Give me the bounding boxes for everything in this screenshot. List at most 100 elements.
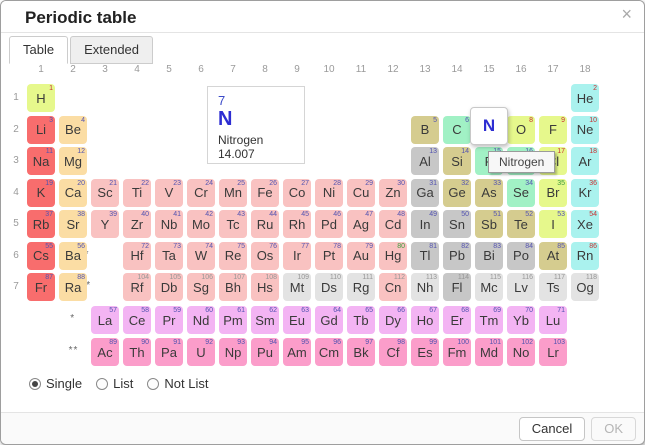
- element-cell-Ar[interactable]: 18Ar: [571, 147, 599, 175]
- element-cell-Sn[interactable]: 50Sn: [443, 210, 471, 238]
- close-icon[interactable]: ×: [621, 5, 632, 23]
- element-cell-Rf[interactable]: 104Rf: [123, 273, 151, 301]
- element-cell-Nd[interactable]: 60Nd: [187, 306, 215, 334]
- element-cell-Sm[interactable]: 62Sm: [251, 306, 279, 334]
- radio-button-icon[interactable]: [96, 378, 108, 390]
- element-cell-Ir[interactable]: 77Ir: [283, 242, 311, 270]
- cancel-button[interactable]: Cancel: [519, 417, 585, 441]
- element-cell-Zr[interactable]: 40Zr: [123, 210, 151, 238]
- element-cell-Bi[interactable]: 83Bi: [475, 242, 503, 270]
- element-cell-Yb[interactable]: 70Yb: [507, 306, 535, 334]
- element-cell-Md[interactable]: 101Md: [475, 338, 503, 366]
- element-cell-Na[interactable]: 11Na: [27, 147, 55, 175]
- element-cell-Fm[interactable]: 100Fm: [443, 338, 471, 366]
- element-cell-He[interactable]: 2He: [571, 84, 599, 112]
- element-cell-Sr[interactable]: 38Sr: [59, 210, 87, 238]
- element-cell-At[interactable]: 85At: [539, 242, 567, 270]
- element-cell-Hs[interactable]: 108Hs: [251, 273, 279, 301]
- element-cell-Es[interactable]: 99Es: [411, 338, 439, 366]
- element-cell-Eu[interactable]: 63Eu: [283, 306, 311, 334]
- element-cell-B[interactable]: 5B: [411, 116, 439, 144]
- element-cell-Os[interactable]: 76Os: [251, 242, 279, 270]
- element-cell-Pa[interactable]: 91Pa: [155, 338, 183, 366]
- element-cell-Cr[interactable]: 24Cr: [187, 179, 215, 207]
- element-cell-Db[interactable]: 105Db: [155, 273, 183, 301]
- element-cell-Xe[interactable]: 54Xe: [571, 210, 599, 238]
- element-cell-Ce[interactable]: 58Ce: [123, 306, 151, 334]
- element-cell-Am[interactable]: 95Am: [283, 338, 311, 366]
- element-cell-Th[interactable]: 90Th: [123, 338, 151, 366]
- element-cell-Ga[interactable]: 31Ga: [411, 179, 439, 207]
- element-cell-Ru[interactable]: 44Ru: [251, 210, 279, 238]
- element-cell-Po[interactable]: 84Po: [507, 242, 535, 270]
- element-cell-Tm[interactable]: 69Tm: [475, 306, 503, 334]
- element-cell-Ti[interactable]: 22Ti: [123, 179, 151, 207]
- element-cell-Pt[interactable]: 78Pt: [315, 242, 343, 270]
- element-cell-Ds[interactable]: 110Ds: [315, 273, 343, 301]
- element-cell-Fe[interactable]: 26Fe: [251, 179, 279, 207]
- element-cell-Ac[interactable]: 89Ac: [91, 338, 119, 366]
- element-cell-Hf[interactable]: 72Hf: [123, 242, 151, 270]
- element-cell-Fl[interactable]: 114Fl: [443, 273, 471, 301]
- element-cell-H[interactable]: 1H: [27, 84, 55, 112]
- element-cell-Sc[interactable]: 21Sc: [91, 179, 119, 207]
- element-cell-Lv[interactable]: 116Lv: [507, 273, 535, 301]
- radio-button-icon[interactable]: [147, 378, 159, 390]
- element-cell-Cs[interactable]: 55Cs: [27, 242, 55, 270]
- element-cell-Hg[interactable]: 80Hg: [379, 242, 407, 270]
- element-cell-Tl[interactable]: 81Tl: [411, 242, 439, 270]
- element-cell-Mn[interactable]: 25Mn: [219, 179, 247, 207]
- element-cell-Er[interactable]: 68Er: [443, 306, 471, 334]
- element-cell-V[interactable]: 23V: [155, 179, 183, 207]
- element-cell-O[interactable]: 8O: [507, 116, 535, 144]
- element-cell-U[interactable]: 92U: [187, 338, 215, 366]
- element-cell-Ne[interactable]: 10Ne: [571, 116, 599, 144]
- tab-table[interactable]: Table: [9, 36, 68, 64]
- element-cell-Ta[interactable]: 73Ta: [155, 242, 183, 270]
- element-cell-Ho[interactable]: 67Ho: [411, 306, 439, 334]
- element-cell-I[interactable]: 53I: [539, 210, 567, 238]
- element-cell-Rn[interactable]: 86Rn: [571, 242, 599, 270]
- element-cell-Kr[interactable]: 36Kr: [571, 179, 599, 207]
- element-cell-Np[interactable]: 93Np: [219, 338, 247, 366]
- element-cell-Ra[interactable]: 88Ra: [59, 273, 87, 301]
- element-cell-Rb[interactable]: 37Rb: [27, 210, 55, 238]
- element-cell-Se[interactable]: 34Se: [507, 179, 535, 207]
- element-cell-Mt[interactable]: 109Mt: [283, 273, 311, 301]
- element-cell-W[interactable]: 74W: [187, 242, 215, 270]
- element-cell-K[interactable]: 19K: [27, 179, 55, 207]
- element-cell-Mo[interactable]: 42Mo: [187, 210, 215, 238]
- element-cell-Ts[interactable]: 117Ts: [539, 273, 567, 301]
- element-cell-Lu[interactable]: 71Lu: [539, 306, 567, 334]
- element-cell-Co[interactable]: 27Co: [283, 179, 311, 207]
- element-cell-Pm[interactable]: 61Pm: [219, 306, 247, 334]
- radio-single[interactable]: Single: [29, 376, 82, 391]
- element-cell-Lr[interactable]: 103Lr: [539, 338, 567, 366]
- element-cell-Pd[interactable]: 46Pd: [315, 210, 343, 238]
- element-cell-As[interactable]: 33As: [475, 179, 503, 207]
- element-cell-Ni[interactable]: 28Ni: [315, 179, 343, 207]
- element-cell-Si[interactable]: 14Si: [443, 147, 471, 175]
- radio-list[interactable]: List: [96, 376, 133, 391]
- element-cell-Br[interactable]: 35Br: [539, 179, 567, 207]
- element-cell-Mg[interactable]: 12Mg: [59, 147, 87, 175]
- element-cell-Ag[interactable]: 47Ag: [347, 210, 375, 238]
- element-cell-Og[interactable]: 118Og: [571, 273, 599, 301]
- element-cell-Rh[interactable]: 45Rh: [283, 210, 311, 238]
- element-cell-Nh[interactable]: 113Nh: [411, 273, 439, 301]
- element-cell-Tb[interactable]: 65Tb: [347, 306, 375, 334]
- element-cell-La[interactable]: 57La: [91, 306, 119, 334]
- element-cell-Fr[interactable]: 87Fr: [27, 273, 55, 301]
- element-cell-Sb[interactable]: 51Sb: [475, 210, 503, 238]
- element-cell-Cd[interactable]: 48Cd: [379, 210, 407, 238]
- radio-not-list[interactable]: Not List: [147, 376, 208, 391]
- element-cell-Ba[interactable]: 56Ba: [59, 242, 87, 270]
- element-cell-N[interactable]: N: [470, 107, 508, 145]
- element-cell-Zn[interactable]: 30Zn: [379, 179, 407, 207]
- element-cell-Li[interactable]: 3Li: [27, 116, 55, 144]
- element-cell-Cf[interactable]: 98Cf: [379, 338, 407, 366]
- element-cell-Cu[interactable]: 29Cu: [347, 179, 375, 207]
- element-cell-Mc[interactable]: 115Mc: [475, 273, 503, 301]
- element-cell-Bh[interactable]: 107Bh: [219, 273, 247, 301]
- element-cell-Pb[interactable]: 82Pb: [443, 242, 471, 270]
